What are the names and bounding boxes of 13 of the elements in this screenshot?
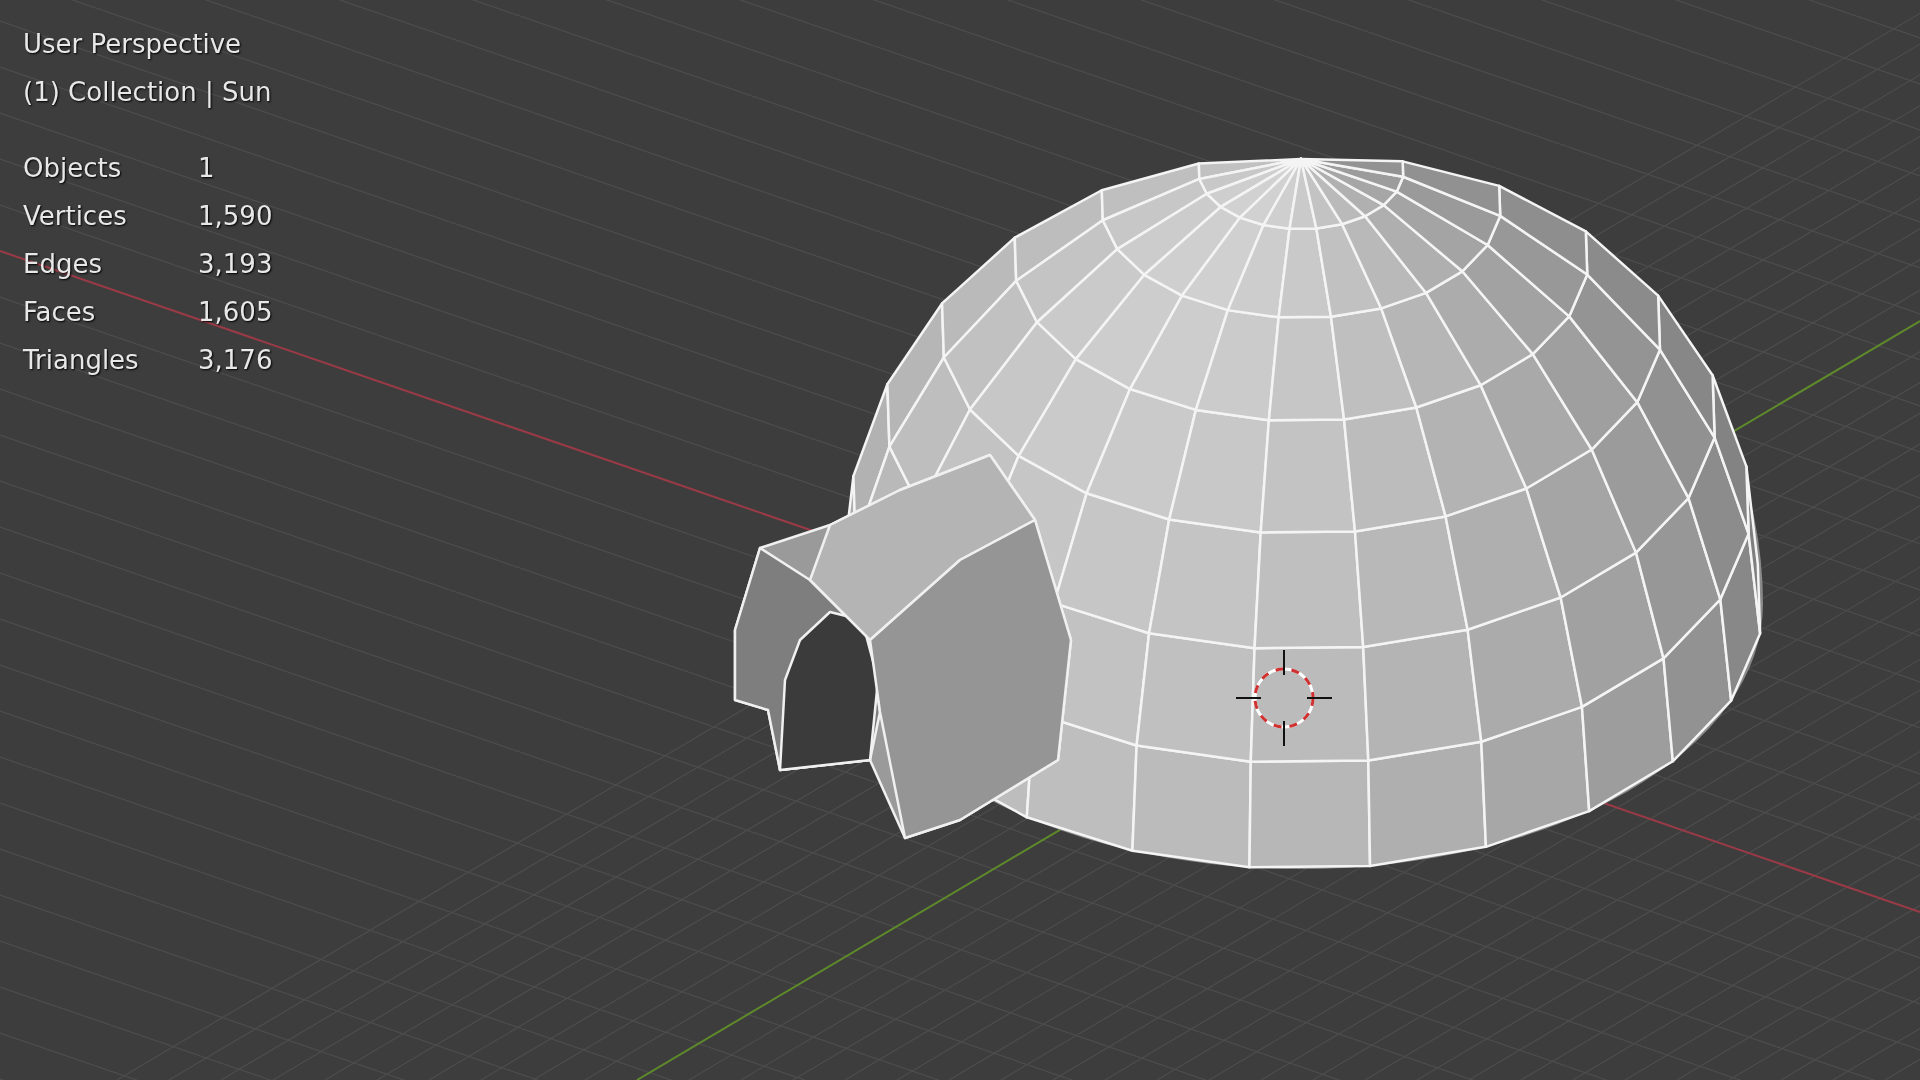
stat-label: Objects [23,152,123,185]
stat-label: Edges [23,248,103,281]
context-label: (1) Collection | Sun [23,76,272,110]
stat-value: 3,176 [198,344,273,377]
stat-value: 1 [198,152,216,185]
stat-label: Faces [23,296,97,329]
stat-value: 3,193 [198,248,273,281]
stat-label: Triangles [23,344,140,377]
stat-value: 1,605 [198,296,273,329]
view-name: User Perspective [23,28,242,61]
3d-cursor-icon [1235,649,1333,747]
stat-label: Vertices [23,200,128,233]
stat-value: 1,590 [198,200,273,233]
